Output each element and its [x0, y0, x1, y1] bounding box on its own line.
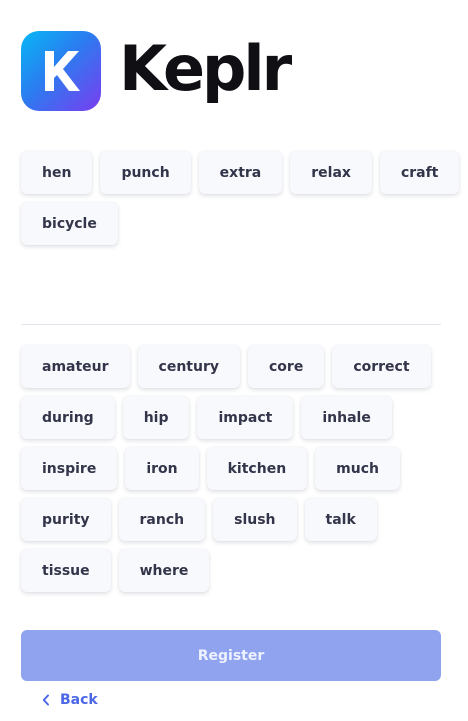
selected-words-row: bicycle	[21, 202, 441, 245]
word-pool-chip[interactable]: correct	[332, 345, 431, 388]
back-label: Back	[60, 692, 98, 708]
register-button[interactable]: Register	[21, 630, 441, 681]
word-pool-chip[interactable]: during	[21, 396, 115, 439]
word-pool-area: amateur century core correct during hip …	[21, 345, 441, 600]
word-pool-chip[interactable]: iron	[125, 447, 199, 490]
word-pool-chip[interactable]: impact	[197, 396, 294, 439]
selected-word-chip[interactable]: bicycle	[21, 202, 118, 245]
divider	[21, 324, 441, 325]
word-pool-chip[interactable]: talk	[304, 498, 377, 541]
selected-word-chip[interactable]: hen	[21, 151, 93, 194]
word-pool-row: during hip impact inhale	[21, 396, 441, 439]
selected-words-row: hen punch extra relax craft	[21, 151, 460, 194]
word-pool-chip[interactable]: inspire	[21, 447, 118, 490]
selected-word-chip[interactable]: relax	[290, 151, 372, 194]
selected-word-chip[interactable]: extra	[198, 151, 283, 194]
word-pool-chip[interactable]: amateur	[21, 345, 130, 388]
word-pool-chip[interactable]: hip	[122, 396, 190, 439]
word-pool-row: inspire iron kitchen much	[21, 447, 441, 490]
word-pool-chip[interactable]: where	[118, 549, 210, 592]
word-pool-chip[interactable]: tissue	[21, 549, 111, 592]
word-pool-chip[interactable]: century	[137, 345, 240, 388]
selected-word-chip[interactable]: craft	[379, 151, 460, 194]
word-pool-chip[interactable]: much	[315, 447, 400, 490]
back-button[interactable]: Back	[42, 692, 98, 708]
chevron-left-icon	[42, 694, 50, 706]
word-pool-chip[interactable]: kitchen	[206, 447, 308, 490]
keplr-logo: Keplr	[21, 31, 292, 111]
k-letter-icon	[45, 51, 80, 91]
word-pool-chip[interactable]: core	[248, 345, 325, 388]
word-pool-chip[interactable]: purity	[21, 498, 111, 541]
word-pool-chip[interactable]: ranch	[118, 498, 206, 541]
keplr-logo-mark	[21, 31, 101, 111]
word-pool-row: amateur century core correct	[21, 345, 441, 388]
selected-word-chip[interactable]: punch	[100, 151, 191, 194]
word-pool-chip[interactable]: inhale	[301, 396, 392, 439]
word-pool-row: purity ranch slush talk	[21, 498, 441, 541]
word-pool-row: tissue where	[21, 549, 441, 592]
selected-words-area: hen punch extra relax craft bicycle	[21, 151, 460, 261]
word-pool-chip[interactable]: slush	[213, 498, 297, 541]
keplr-wordmark: Keplr	[119, 32, 292, 105]
